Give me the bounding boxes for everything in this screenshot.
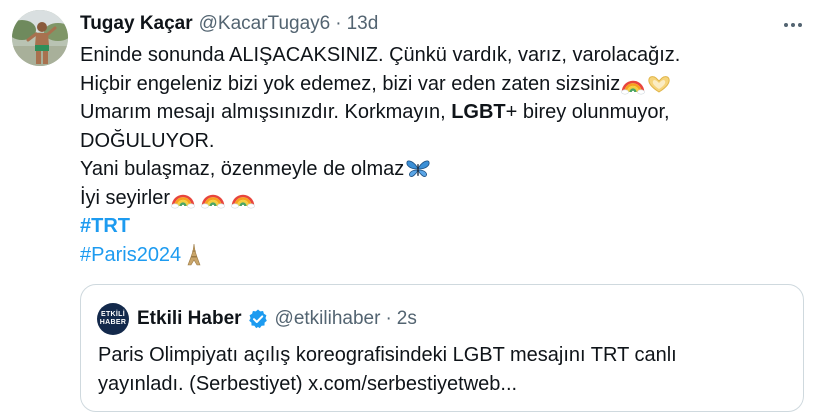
quoted-avatar[interactable]: ETKİLİ HABER	[97, 303, 129, 335]
tweet-header: Tugay Kaçar @KacarTugay6 · 13d	[80, 12, 378, 36]
eiffel-tower-emoji	[187, 243, 201, 266]
more-options-button[interactable]	[780, 12, 806, 38]
butterfly-emoji	[406, 160, 430, 178]
author-handle[interactable]: @KacarTugay6	[199, 13, 331, 35]
quoted-author-name[interactable]: Etkili Haber	[137, 308, 242, 330]
tweet[interactable]: Tugay Kaçar @KacarTugay6 · 13d Eninde so…	[0, 0, 820, 415]
hashtag-link[interactable]: #Paris2024	[80, 241, 181, 270]
heart-hands-emoji	[648, 75, 670, 93]
separator-dot: ·	[385, 308, 392, 329]
tweet-line: DOĞULUYOR.	[80, 129, 215, 152]
rainbow-emoji	[621, 80, 646, 95]
quoted-line: Paris Olimpiyatı açılış koreografisindek…	[98, 344, 677, 366]
tweet-line: #TRT	[80, 212, 810, 241]
tweet-line: Umarım mesajı almışsınızdır. Korkmayın, …	[80, 101, 670, 123]
quoted-timestamp[interactable]: 2s	[397, 308, 417, 330]
tweet-text: Eninde sonunda ALIŞACAKSINIZ. Çünkü vard…	[80, 41, 810, 269]
tweet-line: Eninde sonunda ALIŞACAKSINIZ. Çünkü vard…	[80, 44, 681, 66]
logo-text: ETKİLİ	[101, 311, 125, 318]
quoted-text: Paris Olimpiyatı açılış koreografisindek…	[98, 341, 788, 398]
quoted-tweet[interactable]: ETKİLİ HABER Etkili Haber @etkilihaber ·…	[80, 284, 804, 412]
quoted-author-handle[interactable]: @etkilihaber	[275, 308, 381, 330]
tweet-line: İyi seyirler	[80, 184, 810, 213]
tweet-line: #Paris2024	[80, 241, 810, 270]
more-horizontal-icon	[784, 23, 802, 27]
avatar-photo	[12, 10, 68, 66]
tweet-line: Hiçbir engeleniz bizi yok edemez, bizi v…	[80, 70, 810, 99]
verified-badge-icon	[247, 308, 269, 330]
author-name[interactable]: Tugay Kaçar	[80, 13, 193, 35]
rainbow-emoji	[171, 194, 255, 209]
avatar[interactable]	[12, 10, 68, 66]
separator-dot: ·	[335, 13, 342, 34]
tweet-line: Yani bulaşmaz, özenmeyle de olmaz	[80, 155, 810, 184]
tweet-timestamp[interactable]: 13d	[347, 13, 379, 35]
logo-text: HABER	[99, 319, 127, 326]
quoted-line: yayınladı. (Serbestiyet) x.com/serbestiy…	[98, 372, 518, 395]
hashtag-link[interactable]: #TRT	[80, 212, 130, 241]
quoted-header: Etkili Haber @etkilihaber · 2s	[137, 306, 417, 332]
